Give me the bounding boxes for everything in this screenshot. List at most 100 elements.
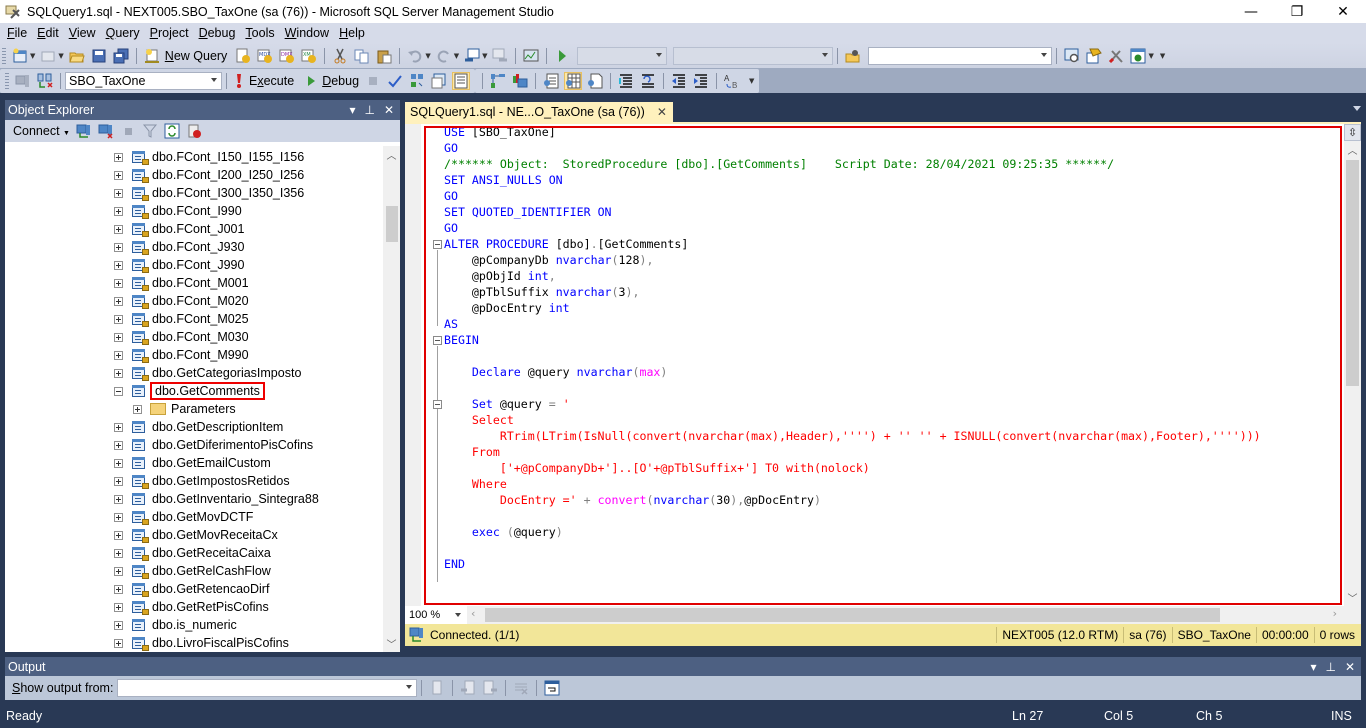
auto-hide-pin-icon[interactable]: ⊥ (1325, 660, 1335, 674)
collapse-region-icon[interactable] (433, 336, 442, 345)
paste-icon[interactable] (376, 48, 392, 64)
tree-node[interactable]: dbo.FCont_I990 (114, 202, 242, 220)
cut-icon[interactable] (332, 48, 348, 64)
find-input[interactable] (868, 46, 1053, 65)
clear-all-icon[interactable] (513, 680, 529, 696)
tree-node[interactable]: dbo.FCont_M025 (114, 310, 249, 328)
expand-icon[interactable] (114, 278, 123, 288)
tree-node[interactable]: dbo.GetComments (114, 382, 265, 400)
expand-icon[interactable] (114, 314, 123, 324)
tree-node[interactable]: dbo.FCont_J001 (114, 220, 244, 238)
tree-node[interactable]: dbo.GetMovReceitaCx (114, 526, 278, 544)
close-panel-icon[interactable]: ✕ (1345, 660, 1355, 674)
parse-checkmark-icon[interactable] (387, 73, 403, 89)
debug-button[interactable]: Debug (302, 73, 359, 89)
minimize-button[interactable]: — (1228, 0, 1274, 23)
tree-node[interactable]: dbo.FCont_J990 (114, 256, 244, 274)
scroll-left-icon[interactable]: ‹ (471, 607, 475, 620)
menu-query[interactable]: Query (101, 26, 145, 40)
menu-debug[interactable]: Debug (194, 26, 241, 40)
connect-icon[interactable] (15, 73, 31, 89)
intellisense-enabled-icon[interactable] (452, 71, 471, 90)
decrease-indent-icon[interactable] (671, 73, 687, 89)
execute-button[interactable]: Execute (231, 73, 294, 89)
expand-icon[interactable] (114, 602, 123, 612)
specify-template-parameters-icon[interactable]: AB (724, 73, 740, 90)
menu-project[interactable]: Project (145, 26, 194, 40)
expand-icon[interactable] (114, 422, 123, 432)
results-to-file-icon[interactable] (587, 73, 603, 89)
xmla-query-icon[interactable]: XM (301, 48, 317, 64)
connect-object-explorer-icon[interactable] (76, 123, 92, 139)
query-options-icon[interactable] (431, 73, 447, 89)
toolbar-overflow-icon[interactable]: ▼ (749, 77, 754, 85)
expand-icon[interactable] (114, 206, 123, 216)
tree-node[interactable]: dbo.GetReceitaCaixa (114, 544, 271, 562)
editor-vertical-scrollbar[interactable]: ⇳ ︿ ﹀ (1344, 124, 1361, 606)
undo-icon[interactable] (407, 48, 423, 64)
find-in-files-icon[interactable] (845, 48, 861, 64)
scroll-up-icon[interactable]: ︿ (1344, 141, 1361, 158)
uncomment-lines-icon[interactable] (640, 73, 656, 89)
scroll-up-icon[interactable]: ︿ (383, 146, 400, 163)
properties-tools-icon[interactable] (1108, 48, 1124, 64)
expand-icon[interactable] (114, 350, 123, 360)
new-project-icon[interactable] (12, 48, 28, 64)
zoom-level-dropdown[interactable]: 100 % (405, 606, 467, 624)
expand-icon[interactable] (133, 404, 142, 414)
expand-icon[interactable] (114, 152, 123, 162)
expand-icon[interactable] (114, 458, 123, 468)
mdx-query-icon[interactable]: MDX (257, 48, 273, 64)
redo-icon[interactable] (436, 48, 452, 64)
tree-node[interactable]: dbo.FCont_M001 (114, 274, 249, 292)
dropdown-arrow-icon[interactable]: ▼ (30, 52, 35, 60)
expand-icon[interactable] (114, 260, 123, 270)
open-file-icon[interactable] (69, 48, 85, 64)
menu-view[interactable]: View (64, 26, 101, 40)
collapse-icon[interactable] (114, 386, 123, 396)
tab-sqlquery1[interactable]: SQLQuery1.sql - NE...O_TaxOne (sa (76)) … (405, 102, 673, 122)
activity-monitor-icon[interactable] (523, 48, 539, 64)
tree-node[interactable]: dbo.FCont_I200_I250_I256 (114, 166, 304, 184)
dropdown-arrow-icon[interactable]: ▼ (482, 52, 487, 60)
expand-icon[interactable] (114, 566, 123, 576)
tree-node[interactable]: dbo.GetRetPisCofins (114, 598, 269, 616)
save-all-icon[interactable] (113, 48, 129, 64)
results-to-text-icon[interactable] (543, 73, 559, 89)
dropdown-arrow-icon[interactable]: ▼ (454, 52, 459, 60)
scrollbar-thumb[interactable] (1346, 160, 1359, 386)
available-databases-dropdown[interactable]: SBO_TaxOne (65, 71, 222, 90)
expand-icon[interactable] (114, 638, 123, 648)
expand-icon[interactable] (114, 440, 123, 450)
output-source-dropdown[interactable] (117, 679, 418, 697)
web-browser-icon[interactable] (1130, 48, 1146, 64)
collapse-region-icon[interactable] (433, 240, 442, 249)
filter-icon[interactable] (142, 123, 158, 139)
add-item-icon[interactable] (40, 48, 56, 64)
stop-icon[interactable] (120, 123, 136, 139)
tree-node[interactable]: dbo.GetInventario_Sintegra88 (114, 490, 319, 508)
scroll-down-icon[interactable]: ﹀ (1344, 589, 1361, 606)
expand-icon[interactable] (114, 548, 123, 558)
disconnect-icon[interactable] (98, 123, 114, 139)
connect-dropdown[interactable]: Connect ▼ (13, 124, 70, 138)
copy-icon[interactable] (354, 48, 370, 64)
menu-edit[interactable]: Edit (32, 26, 64, 40)
collapse-region-icon[interactable] (433, 400, 442, 409)
menu-tools[interactable]: Tools (240, 26, 279, 40)
query-editor[interactable]: USE [SBO_TaxOne] GO/****** Object: Stored… (405, 124, 1361, 606)
menu-file[interactable]: File (2, 26, 32, 40)
split-window-icon[interactable]: ⇳ (1344, 124, 1361, 141)
toolbar-grip[interactable] (2, 47, 6, 64)
solution-platforms-dropdown[interactable] (673, 46, 834, 65)
window-position-icon[interactable]: ▾ (1310, 660, 1316, 674)
dmx-query-icon[interactable]: DMX (279, 48, 295, 64)
tree-node[interactable]: dbo.FCont_M020 (114, 292, 249, 310)
expand-icon[interactable] (114, 530, 123, 540)
increase-indent-icon[interactable] (693, 73, 709, 89)
refresh-icon[interactable] (164, 123, 180, 139)
close-panel-icon[interactable]: ✕ (384, 103, 394, 117)
go-to-previous-message-icon[interactable] (460, 680, 476, 696)
expand-icon[interactable] (114, 170, 123, 180)
tree-node[interactable]: dbo.GetDiferimentoPisCofins (114, 436, 313, 454)
